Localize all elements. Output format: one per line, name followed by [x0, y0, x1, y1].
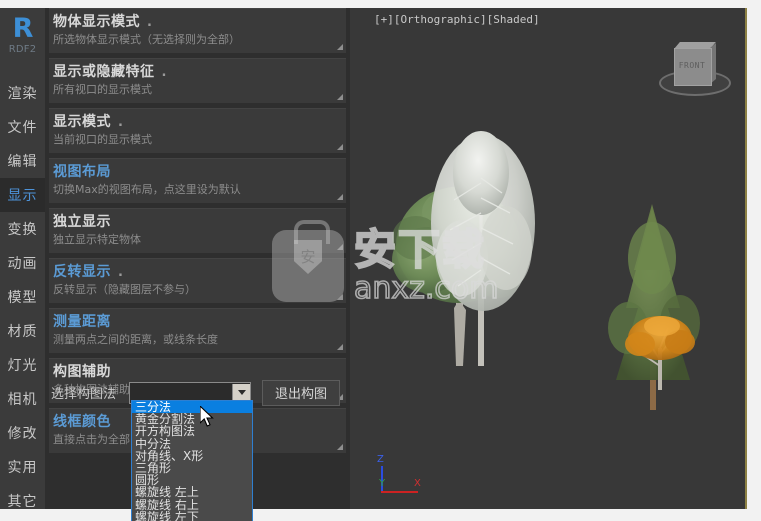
sidebar-item-5[interactable]: 动画 — [0, 246, 45, 280]
menu-card-title: 构图辅助 — [49, 359, 346, 381]
axis-y-label: Y — [379, 478, 386, 489]
menu-card-dot-icon: . — [161, 65, 167, 80]
menu-card-dot-icon: . — [118, 265, 124, 280]
menu-card-title-text: 独立显示 — [53, 214, 111, 230]
sidebar-item-7[interactable]: 材质 — [0, 314, 45, 348]
menu-card-title-text: 物体显示模式 — [53, 14, 140, 30]
menu-card-4[interactable]: 独立显示独立显示特定物体 — [49, 208, 346, 253]
menu-card-3[interactable]: 视图布局切换Max的视图布局，点这里设为默认 — [49, 158, 346, 203]
menu-card-desc: 反转显示（隐藏图层不参与） — [53, 283, 196, 296]
window-right-frame — [747, 8, 761, 509]
app-logo: R RDF2 — [0, 8, 45, 76]
sidebar-item-2[interactable]: 编辑 — [0, 144, 45, 178]
menu-card-desc: 测量两点之间的距离，或线条长度 — [53, 333, 218, 346]
sidebar-item-1[interactable]: 文件 — [0, 110, 45, 144]
sidebar-item-10[interactable]: 修改 — [0, 416, 45, 450]
axis-z-label: Z — [377, 454, 384, 465]
menu-card-desc: 切换Max的视图布局，点这里设为默认 — [53, 183, 241, 196]
expand-corner-icon[interactable] — [337, 194, 343, 200]
axis-x-line — [381, 491, 418, 493]
chevron-down-icon[interactable] — [232, 383, 250, 402]
exit-compose-button[interactable]: 退出构图 — [262, 379, 340, 406]
dropdown-option-0[interactable]: 三分法 — [132, 401, 252, 414]
sidebar-item-12[interactable]: 其它 — [0, 484, 45, 518]
application-window: R RDF2 渲染文件编辑显示变换动画模型材质灯光相机修改实用其它素材 物体显示… — [0, 0, 761, 521]
sidebar-item-4[interactable]: 变换 — [0, 212, 45, 246]
menu-card-dot-icon: . — [118, 115, 124, 130]
expand-corner-icon[interactable] — [337, 144, 343, 150]
axis-tripod: Z Y X — [370, 454, 430, 502]
menu-card-2[interactable]: 显示模式. 当前视口的显示模式 — [49, 108, 346, 153]
sidebar-item-9[interactable]: 相机 — [0, 382, 45, 416]
logo-letter: R — [12, 13, 34, 44]
menu-card-6[interactable]: 测量距离测量两点之间的距离，或线条长度 — [49, 308, 346, 353]
menu-card-title-text: 显示或隐藏特征 — [53, 64, 155, 80]
menu-card-1[interactable]: 显示或隐藏特征. 所有视口的显示模式 — [49, 58, 346, 103]
menu-card-title-text: 线框颜色 — [53, 414, 111, 430]
sidebar-item-6[interactable]: 模型 — [0, 280, 45, 314]
menu-card-desc: 当前视口的显示模式 — [53, 133, 152, 146]
left-sidebar: R RDF2 渲染文件编辑显示变换动画模型材质灯光相机修改实用其它素材 — [0, 8, 45, 510]
menu-card-desc: 所选物体显示模式（无选择则为全部） — [53, 33, 240, 46]
dropdown-option-3[interactable]: 中分法 — [132, 438, 252, 450]
dropdown-option-6[interactable]: 圆形 — [132, 474, 252, 486]
menu-card-5[interactable]: 反转显示. 反转显示（隐藏图层不参与） — [49, 258, 346, 303]
dropdown-option-4[interactable]: 对角线、X形 — [132, 450, 252, 462]
dropdown-option-1[interactable]: 黄金分割法 — [132, 413, 252, 425]
window-bottom-frame — [0, 509, 761, 521]
menu-card-desc: 独立显示特定物体 — [53, 233, 141, 246]
sidebar-item-11[interactable]: 实用 — [0, 450, 45, 484]
menu-card-title-text: 视图布局 — [53, 164, 111, 180]
compose-method-label: 选择构图法 — [51, 387, 117, 402]
expand-corner-icon[interactable] — [337, 444, 343, 450]
menu-card-dot-icon: . — [147, 15, 153, 30]
logo-subtitle: RDF2 — [8, 44, 37, 55]
expand-corner-icon[interactable] — [337, 244, 343, 250]
tree-frosted-white — [431, 131, 535, 366]
window-top-frame — [0, 0, 761, 8]
menu-card-title: 独立显示 — [49, 209, 346, 231]
expand-corner-icon[interactable] — [337, 344, 343, 350]
menu-card-title-text: 构图辅助 — [53, 364, 111, 380]
menu-card-desc: 所有视口的显示模式 — [53, 83, 152, 96]
dropdown-option-5[interactable]: 三角形 — [132, 462, 252, 474]
menu-card-title: 视图布局 — [49, 159, 346, 181]
expand-corner-icon[interactable] — [337, 294, 343, 300]
expand-corner-icon[interactable] — [337, 44, 343, 50]
menu-card-title-text: 显示模式 — [53, 114, 111, 130]
scene-objects — [392, 131, 700, 410]
menu-card-title-text: 测量距离 — [53, 314, 111, 330]
dropdown-option-7[interactable]: 螺旋线 左上 — [132, 486, 252, 498]
dropdown-option-8[interactable]: 螺旋线 右上 — [132, 499, 252, 511]
3d-viewport[interactable]: [+][Orthographic][Shaded] FRONT Z Y X — [350, 8, 745, 509]
menu-card-title: 反转显示. — [49, 259, 346, 281]
axis-x-label: X — [414, 478, 421, 489]
expand-corner-icon[interactable] — [337, 94, 343, 100]
compose-method-dropdown-list[interactable]: 三分法 黄金分割法 开方构图法 中分法 对角线、X形 三角形 圆形 螺旋线 左上 螺旋线 右上螺… — [131, 400, 253, 521]
sidebar-item-3[interactable]: 显示 — [0, 178, 45, 212]
menu-card-title: 显示或隐藏特征. — [49, 59, 346, 81]
menu-card-title: 测量距离 — [49, 309, 346, 331]
menu-card-title: 物体显示模式. — [49, 9, 346, 31]
menu-card-0[interactable]: 物体显示模式. 所选物体显示模式（无选择则为全部） — [49, 8, 346, 53]
mouse-cursor — [199, 404, 216, 434]
menu-card-title-text: 反转显示 — [53, 264, 111, 280]
tree-conifer-green — [608, 204, 700, 410]
menu-card-title: 显示模式. — [49, 109, 346, 131]
sidebar-item-8[interactable]: 灯光 — [0, 348, 45, 382]
dropdown-option-9[interactable]: 螺旋线 左下 — [132, 511, 252, 521]
sidebar-item-0[interactable]: 渲染 — [0, 76, 45, 110]
dropdown-option-2[interactable]: 开方构图法 — [132, 425, 252, 437]
